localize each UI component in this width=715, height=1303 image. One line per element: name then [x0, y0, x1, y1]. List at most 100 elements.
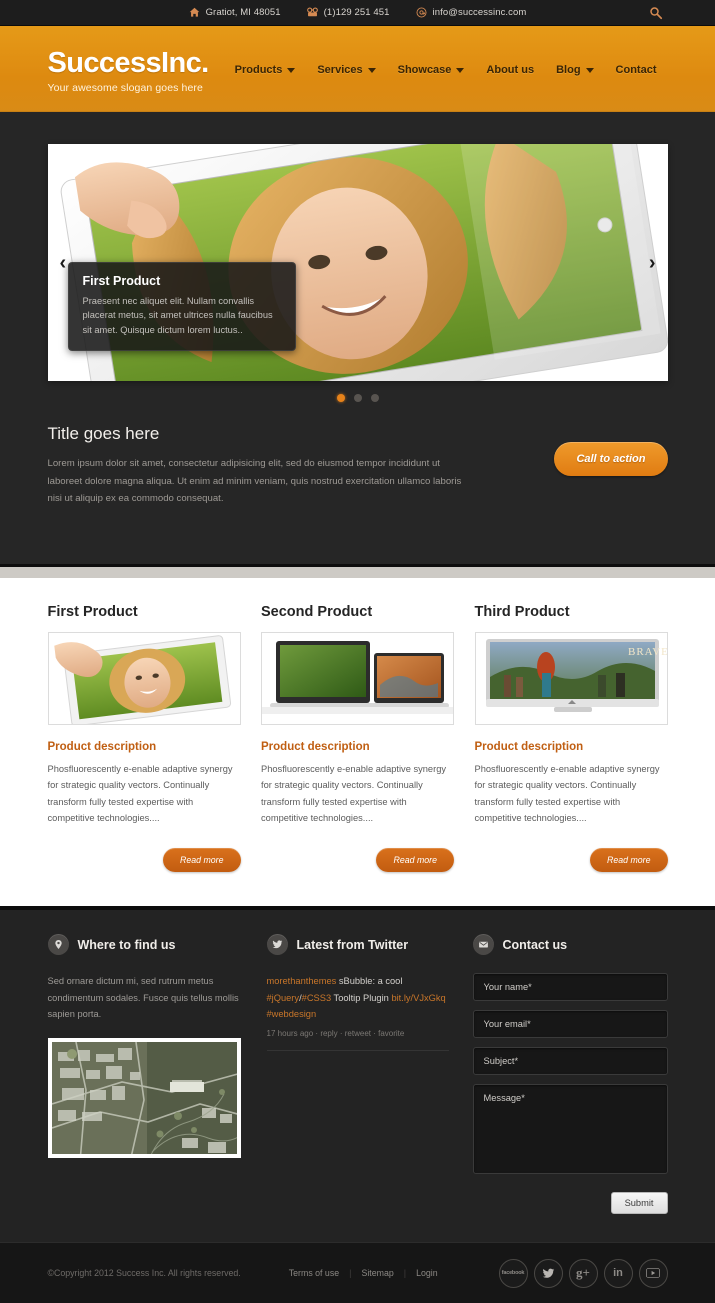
slider-dot-1[interactable] — [336, 394, 345, 402]
address-item: Gratiot, MI 48051 — [189, 7, 281, 18]
nav-item-products[interactable]: Products — [224, 58, 307, 82]
slide-caption-text: Praesent nec aliquet elit. Nullam conval… — [82, 295, 273, 335]
slide-caption-title: First Product — [82, 273, 161, 288]
read-more-button-third[interactable]: Read more — [589, 848, 668, 873]
widget-title: Latest from Twitter — [296, 937, 409, 952]
nav-label: Products — [234, 64, 283, 76]
nav-item-services[interactable]: Services — [306, 58, 386, 82]
product-body: Phosfluorescently e-enable adaptive syne… — [474, 764, 660, 823]
link-separator: | — [349, 1268, 352, 1279]
product-title: First Product — [47, 604, 138, 621]
chevron-down-icon — [456, 67, 465, 73]
nav-item-blog[interactable]: Blog — [545, 58, 604, 82]
copyright-text: ©Copyright 2012 Success Inc. All rights … — [47, 1268, 241, 1279]
tweet-hashtag-webdesign[interactable]: #webdesign — [267, 1009, 317, 1019]
widget-title: Contact us — [502, 937, 568, 952]
svg-text:BRAVE: BRAVE — [628, 646, 668, 658]
email-item: info@successinc.com — [416, 7, 527, 18]
footer-links: Terms of use | Sitemap | Login — [289, 1268, 438, 1278]
section-divider — [0, 564, 715, 579]
top-info-items: Gratiot, MI 48051 (1)129 251 451 info@su… — [189, 7, 527, 18]
read-more-button-second[interactable]: Read more — [376, 848, 454, 873]
nav-label: Showcase — [397, 64, 452, 76]
call-to-action-button[interactable]: Call to action — [554, 442, 668, 476]
site-logo[interactable]: SuccessInc. — [48, 48, 210, 78]
footer-bottom-bar: ©Copyright 2012 Success Inc. All rights … — [0, 1242, 715, 1303]
google-plus-label: g+ — [576, 1265, 590, 1281]
linkedin-label: in — [613, 1267, 623, 1280]
read-more-button-first[interactable]: Read more — [162, 848, 241, 873]
slider-prev-arrow[interactable]: ‹ — [60, 253, 67, 273]
footer-widgets: Where to find us Sed ornare dictum mi, s… — [0, 906, 715, 1243]
product-title: Third Product — [474, 604, 570, 621]
tweet-link[interactable]: bit.ly/VJxGkq — [391, 993, 445, 1003]
tweet-hashtag-css3[interactable]: #CSS3 — [302, 993, 331, 1003]
nav-item-showcase[interactable]: Showcase — [387, 58, 476, 82]
footer-link-terms[interactable]: Terms of use — [289, 1268, 339, 1278]
location-pin-icon — [47, 934, 69, 956]
tweet-meta[interactable]: 17 hours ago · reply · retweet · favorit… — [266, 1029, 449, 1052]
top-info-bar: Gratiot, MI 48051 (1)129 251 451 info@su… — [0, 0, 715, 26]
facebook-icon[interactable]: facebook — [498, 1258, 528, 1288]
hero-dark-section: First Product Praesent nec aliquet elit.… — [0, 112, 715, 565]
product-body: Phosfluorescently e-enable adaptive syne… — [261, 764, 447, 823]
slide-caption: First Product Praesent nec aliquet elit.… — [67, 261, 296, 351]
promo-block: Title goes here Lorem ipsum dolor sit am… — [48, 402, 668, 564]
link-separator: | — [403, 1268, 407, 1279]
satellite-map-image[interactable] — [47, 1038, 241, 1159]
contact-subject-input[interactable] — [472, 1047, 668, 1076]
product-body: Phosfluorescently e-enable adaptive syne… — [47, 764, 233, 823]
footer-link-sitemap[interactable]: Sitemap — [361, 1268, 393, 1278]
product-thumbnail-laptops[interactable] — [261, 632, 454, 726]
social-links: facebook g+ in — [498, 1258, 668, 1288]
product-subtitle: Product description — [47, 741, 157, 754]
site-slogan: Your awesome slogan goes here — [47, 81, 203, 94]
phone-text: (1)129 251 451 — [323, 7, 390, 18]
product-card-first: First Product Product description Phosfl… — [47, 604, 241, 873]
chevron-down-icon — [367, 67, 376, 73]
youtube-icon[interactable] — [638, 1258, 668, 1288]
nav-label: Contact — [615, 64, 657, 76]
contact-message-textarea[interactable] — [472, 1084, 668, 1175]
phone-icon — [306, 7, 318, 17]
address-text: Gratiot, MI 48051 — [205, 7, 281, 18]
slider-dot-3[interactable] — [370, 394, 379, 402]
product-subtitle: Product description — [261, 741, 370, 754]
contact-email-input[interactable] — [472, 1010, 668, 1039]
product-subtitle: Product description — [474, 741, 584, 754]
google-plus-icon[interactable]: g+ — [568, 1258, 598, 1288]
phone-item: (1)129 251 451 — [306, 7, 390, 18]
nav-item-contact[interactable]: Contact — [605, 58, 668, 82]
twitter-icon[interactable] — [533, 1258, 563, 1288]
envelope-icon — [472, 934, 494, 956]
home-icon — [189, 7, 199, 17]
promo-body: Lorem ipsum dolor sit amet, consectetur … — [47, 458, 462, 505]
main-navigation: Products Services Showcase About us Blog… — [224, 56, 668, 82]
email-text: info@successinc.com — [432, 7, 527, 18]
contact-submit-button[interactable]: Submit — [610, 1192, 668, 1215]
nav-item-about-us[interactable]: About us — [475, 58, 545, 82]
logo-block[interactable]: SuccessInc. Your awesome slogan goes her… — [47, 45, 210, 94]
tweet-username[interactable]: morethanthemes — [267, 976, 337, 986]
product-card-third: Third Product BRAVE Product description … — [474, 604, 668, 873]
slider-stage: First Product Praesent nec aliquet elit.… — [47, 144, 668, 381]
tweet-hashtag-jquery[interactable]: #jQuery — [267, 993, 300, 1003]
facebook-label: facebook — [501, 1270, 525, 1277]
widget-latest-from-twitter: Latest from Twitter morethanthemes sBubb… — [266, 934, 449, 1214]
contact-name-input[interactable] — [472, 973, 668, 1002]
chevron-down-icon — [287, 67, 296, 73]
widget-contact-us: Contact us Submit — [472, 934, 668, 1215]
search-icon[interactable] — [649, 6, 663, 20]
product-card-second: Second Product Product description Phosf… — [261, 604, 454, 873]
linkedin-icon[interactable]: in — [603, 1258, 633, 1288]
twitter-bird-icon — [266, 934, 288, 956]
tweet-text-3: Tooltip Plugin — [331, 992, 392, 1003]
nav-label: Services — [317, 64, 363, 76]
slider-next-arrow[interactable]: › — [649, 253, 656, 273]
product-thumbnail-tablet[interactable] — [47, 632, 241, 726]
product-thumbnail-desktop[interactable]: BRAVE — [474, 632, 668, 726]
email-icon — [416, 7, 426, 18]
footer-link-login[interactable]: Login — [416, 1268, 438, 1278]
slider-pagination — [48, 381, 668, 402]
slider-dot-2[interactable] — [353, 394, 362, 402]
